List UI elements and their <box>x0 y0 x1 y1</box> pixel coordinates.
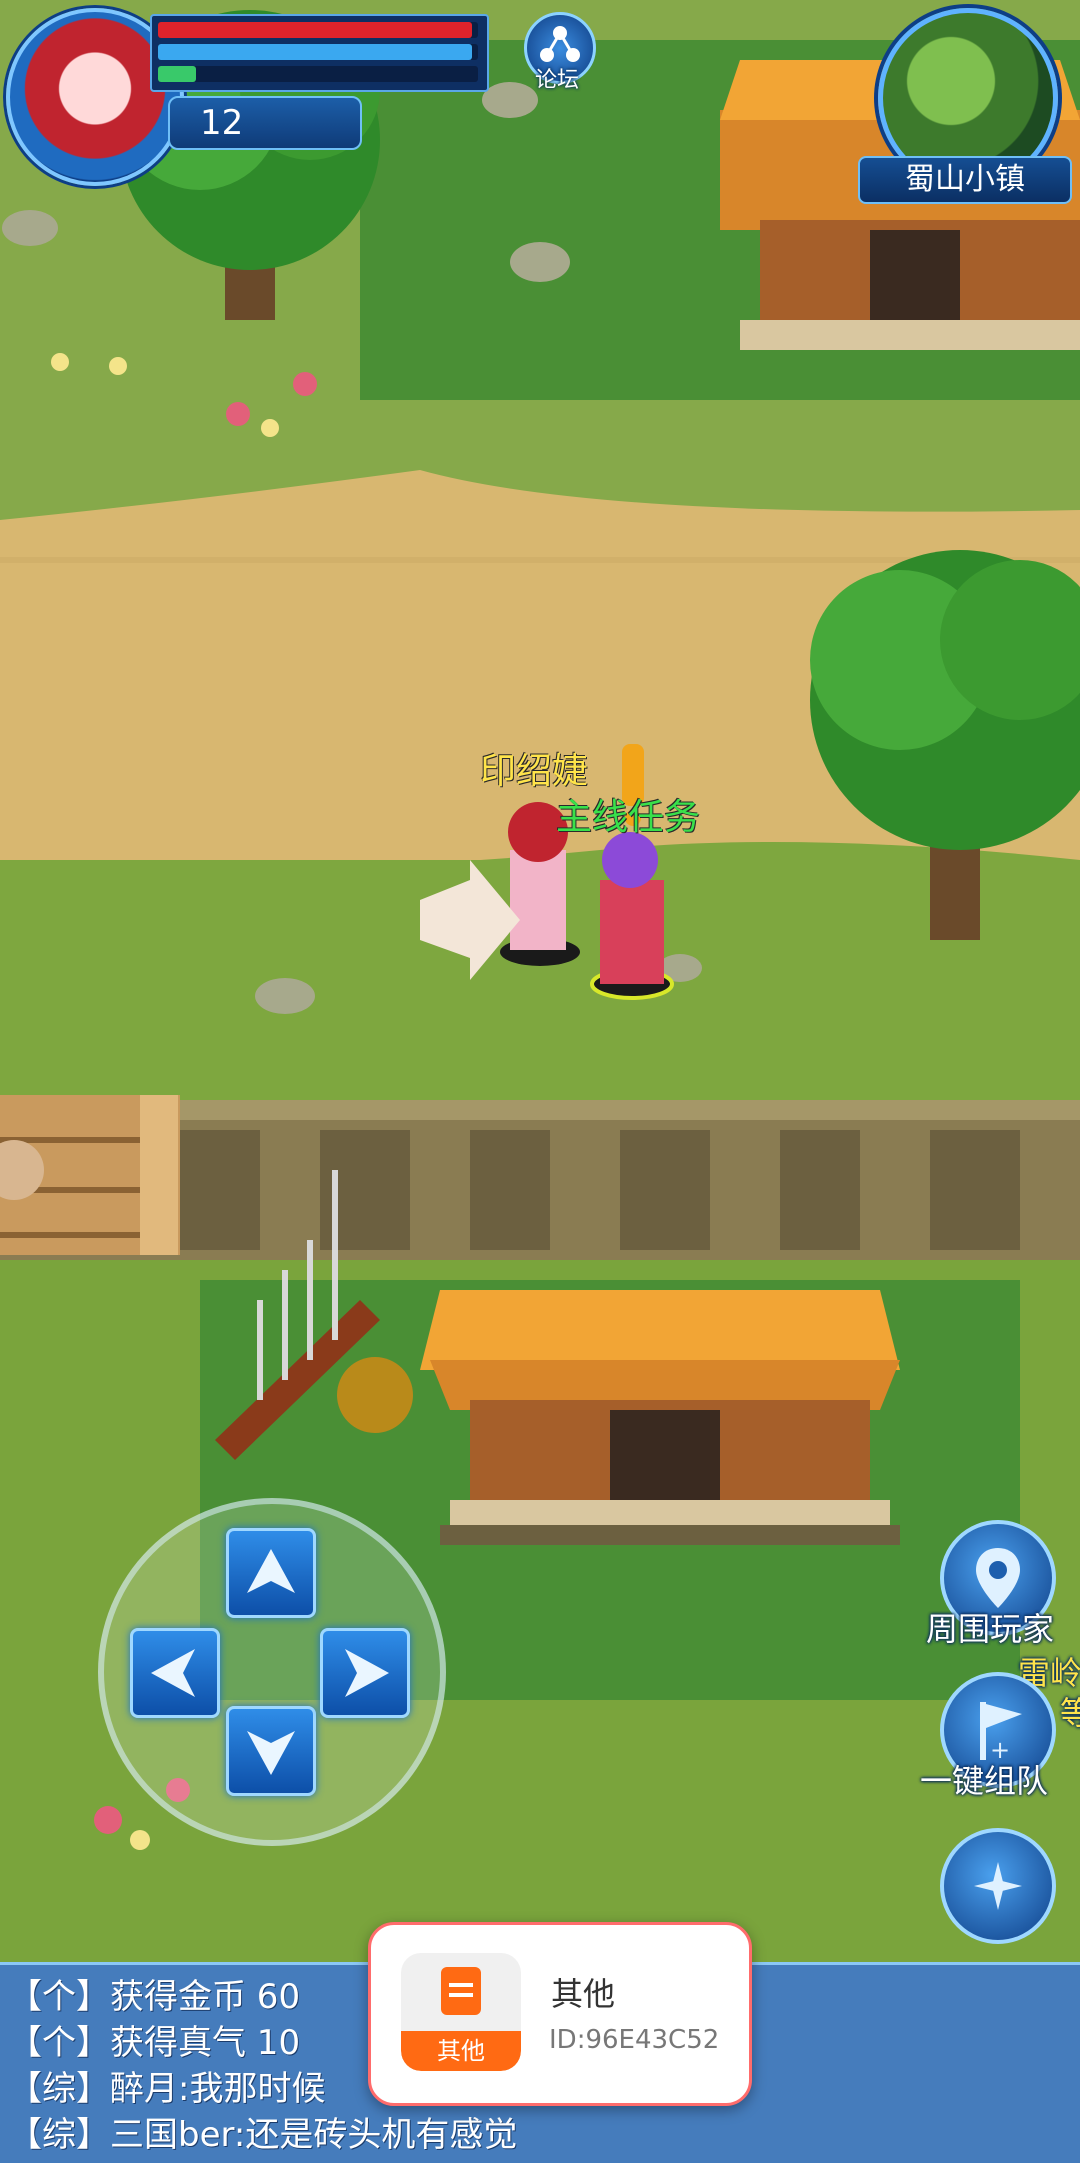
chat-line: 【个】获得金币 60 <box>8 1977 301 2017</box>
one-click-team-label[interactable]: 一键组队 <box>920 1756 1048 1802</box>
game-world <box>0 0 1080 2160</box>
forum-label[interactable]: 论坛 <box>520 62 594 94</box>
document-icon: 其他 <box>401 1953 521 2071</box>
crossed-swords-icon <box>974 1862 1022 1910</box>
arrow-left-icon <box>151 1649 195 1697</box>
status-bars <box>150 14 489 92</box>
level-value: 12 <box>200 103 244 143</box>
app-notification[interactable]: 其他 其他 ID:96E43C52 <box>368 1922 752 2106</box>
dpad-up-button[interactable] <box>226 1528 316 1618</box>
exp-bar <box>158 66 478 82</box>
notification-id: ID:96E43C52 <box>549 2025 720 2055</box>
chat-line: 【综】三国ber:还是砖头机有感觉 <box>8 2115 518 2155</box>
hp-bar-fill <box>158 22 472 38</box>
arrow-down-icon <box>247 1731 295 1775</box>
hp-bar <box>158 22 478 38</box>
notification-title: 其他 <box>551 1975 616 2013</box>
exp-bar-fill <box>158 66 197 82</box>
level-badge: 12 <box>168 96 362 150</box>
chat-line: 【综】醉月:我那时候 <box>8 2069 326 2109</box>
dpad-down-button[interactable] <box>226 1706 316 1796</box>
arrow-right-icon <box>345 1649 389 1697</box>
player-name-tag: 印绍婕 <box>480 751 589 792</box>
map-name: 蜀山小镇 <box>858 156 1072 204</box>
mp-bar-fill <box>158 44 472 60</box>
dpad-left-button[interactable] <box>130 1628 220 1718</box>
mp-bar <box>158 44 478 60</box>
attack-button[interactable] <box>940 1828 1056 1944</box>
dpad-right-button[interactable] <box>320 1628 410 1718</box>
chat-line: 【个】获得真气 10 <box>8 2023 301 2063</box>
arrow-up-icon <box>247 1549 295 1593</box>
notification-icon-tag: 其他 <box>401 2031 521 2071</box>
nearby-players-label[interactable]: 周围玩家 <box>926 1604 1054 1650</box>
edge-text-2: 等 <box>1060 1694 1080 1732</box>
quest-npc-tag[interactable]: 主线任务 <box>556 788 700 840</box>
